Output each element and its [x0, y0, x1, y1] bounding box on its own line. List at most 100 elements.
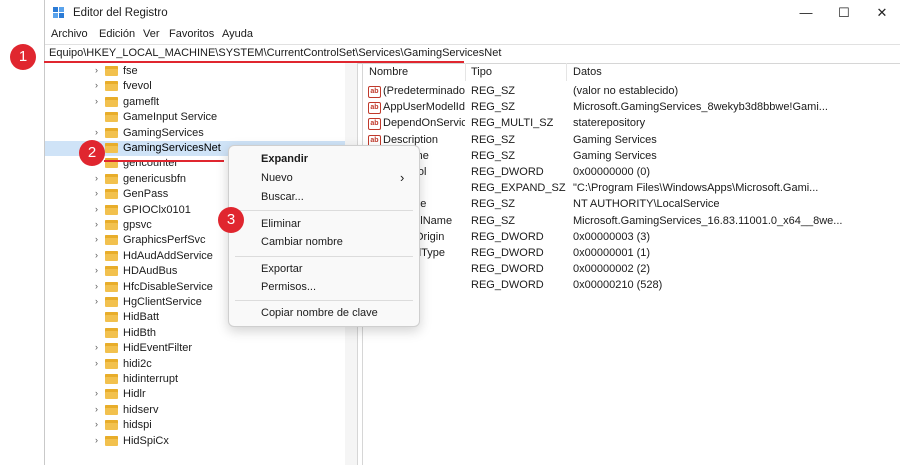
column-name-header[interactable]: Nombre [369, 63, 408, 81]
value-row[interactable]: lameREG_SZGaming Services [363, 148, 900, 164]
value-data: Microsoft.GamingServices_8wekyb3d8bbwe!G… [573, 101, 828, 114]
chevron-right-icon[interactable]: › [95, 281, 98, 291]
folder-icon [105, 435, 118, 446]
tree-item[interactable]: › hidspi [45, 418, 357, 433]
chevron-right-icon[interactable]: › [95, 65, 98, 75]
folder-icon [105, 327, 118, 338]
menu-favoritos[interactable]: Favoritos [169, 28, 214, 40]
chevron-right-icon[interactable]: › [95, 296, 98, 306]
menu-copiar-nombre[interactable]: Copiar nombre de clave [261, 307, 378, 319]
value-data: "C:\Program Files\WindowsApps\Microsoft.… [573, 182, 819, 195]
chevron-right-icon[interactable]: › [95, 96, 98, 106]
address-highlight-line [44, 61, 464, 63]
menu-archivo[interactable]: Archivo [51, 28, 88, 40]
tree-item[interactable]: › HidEventFilter [45, 341, 357, 356]
registry-editor-window: Editor del Registro — ☐ ✕ Archivo Edició… [44, 0, 900, 465]
menu-expandir[interactable]: Expandir [261, 153, 308, 165]
value-type: REG_MULTI_SZ [471, 117, 554, 130]
value-data: Microsoft.GamingServices_16.83.11001.0_x… [573, 214, 843, 227]
value-row[interactable]: ameREG_SZNT AUTHORITY\LocalService [363, 196, 900, 212]
chevron-right-icon[interactable]: › [95, 127, 98, 137]
column-separator[interactable] [465, 63, 466, 81]
value-row[interactable]: Origin REG_DWORD 0x00000003 (3) [363, 229, 900, 245]
tree-item[interactable]: › fvevol [45, 79, 357, 94]
values-pane[interactable]: Nombre Tipo Datos ab (Predeterminado) REG_… [362, 63, 900, 465]
close-button[interactable]: ✕ [863, 0, 900, 26]
chevron-right-icon[interactable]: › [95, 173, 98, 183]
value-row[interactable]: ab (Predeterminado) REG_SZ (valor no establ… [363, 83, 900, 99]
chevron-right-icon[interactable]: › [95, 404, 98, 414]
menu-nuevo[interactable]: Nuevo [261, 172, 293, 184]
tree-item[interactable]: hidinterrupt [45, 372, 357, 387]
value-name: DependOnService [383, 117, 465, 130]
folder-icon [105, 420, 118, 431]
address-path[interactable]: Equipo\HKEY_LOCAL_MACHINE\SYSTEM\Current… [49, 47, 501, 59]
value-row[interactable]: thREG_EXPAND_SZ"C:\Program Files\Windows… [363, 180, 900, 196]
chevron-right-icon[interactable]: › [95, 419, 98, 429]
tree-item[interactable]: › hidserv [45, 403, 357, 418]
chevron-right-icon[interactable]: › [95, 234, 98, 244]
tree-item-label: HidSpiCx [123, 434, 169, 447]
minimize-button[interactable]: — [787, 0, 825, 26]
tree-item[interactable]: › fse [45, 64, 357, 79]
menu-permisos[interactable]: Permisos... [261, 281, 316, 293]
chevron-right-icon[interactable]: › [95, 219, 98, 229]
chevron-right-icon[interactable]: › [95, 388, 98, 398]
value-type: REG_SZ [471, 149, 516, 162]
value-data: (valor no establecido) [573, 85, 679, 97]
value-row[interactable]: dType REG_DWORD 0x00000001 (1) [363, 245, 900, 261]
value-row[interactable]: REG_DWORD 0x00000002 (2) [363, 261, 900, 277]
value-row[interactable]: ab Description REG_SZ Gaming Services [363, 132, 900, 148]
folder-icon [105, 96, 118, 107]
chevron-right-icon[interactable]: › [95, 250, 98, 260]
chevron-right-icon[interactable]: › [95, 358, 98, 368]
maximize-button[interactable]: ☐ [825, 0, 863, 26]
menu-cambiar-nombre[interactable]: Cambiar nombre [261, 236, 343, 248]
folder-icon [105, 358, 118, 369]
chevron-right-icon[interactable]: › [95, 435, 98, 445]
string-value-icon: ab [368, 118, 381, 131]
value-data: Gaming Services [573, 149, 657, 162]
column-separator[interactable] [566, 63, 567, 81]
menu-ayuda[interactable]: Ayuda [222, 28, 253, 40]
menu-eliminar[interactable]: Eliminar [261, 218, 301, 230]
value-row[interactable]: ntrolREG_DWORD0x00000000 (0) [363, 164, 900, 180]
value-row[interactable]: ab AppUserModelId REG_SZ Microsoft.GamingSe… [363, 99, 900, 115]
tree-item[interactable]: › gameflt [45, 95, 357, 110]
tree-item-label: HidEventFilter [123, 342, 193, 355]
context-menu: Expandir Nuevo › Buscar... Eliminar Camb… [228, 145, 420, 327]
folder-icon [105, 404, 118, 415]
chevron-right-icon[interactable]: › [95, 188, 98, 198]
column-type-header[interactable]: Tipo [471, 63, 492, 81]
folder-icon [105, 220, 118, 230]
tree-item-label: GameInput Service [123, 111, 218, 124]
tree-item-label: hidspi [123, 419, 152, 432]
menu-exportar[interactable]: Exportar [261, 263, 303, 275]
menu-buscar[interactable]: Buscar... [261, 191, 304, 203]
folder-icon [105, 389, 118, 400]
value-row[interactable]: FullName REG_SZ Microsoft.GamingServices_1… [363, 213, 900, 229]
folder-icon [105, 297, 118, 307]
tree-item[interactable]: GameInput Service [45, 110, 357, 125]
value-data: 0x00000210 (528) [573, 279, 663, 292]
menu-edicion[interactable]: Edición [99, 28, 135, 40]
chevron-right-icon[interactable]: › [95, 204, 98, 214]
value-row[interactable]: REG_DWORD 0x00000210 (528) [363, 277, 900, 293]
chevron-right-icon[interactable]: › [95, 265, 98, 275]
tree-item[interactable]: › HidSpiCx [45, 434, 357, 449]
menu-ver[interactable]: Ver [143, 28, 160, 40]
tree-item-label: gpsvc [123, 219, 152, 231]
chevron-right-icon[interactable]: › [95, 80, 98, 90]
tree-item[interactable]: › GamingServices [45, 126, 357, 141]
value-row[interactable]: ab DependOnService REG_MULTI_SZ statereposi… [363, 115, 900, 131]
value-data: 0x00000002 (2) [573, 263, 651, 276]
tree-item[interactable]: › hidi2c [45, 357, 357, 372]
tree-item[interactable]: › Hidlr [45, 387, 357, 402]
column-data-header[interactable]: Datos [573, 63, 602, 81]
tree-item[interactable]: HidBth [45, 326, 357, 341]
tree-highlight-line [104, 160, 224, 162]
window-title: Editor del Registro [73, 7, 168, 19]
value-data: NT AUTHORITY\LocalService [573, 198, 720, 211]
value-type: REG_DWORD [471, 230, 544, 243]
chevron-right-icon[interactable]: › [95, 342, 98, 352]
